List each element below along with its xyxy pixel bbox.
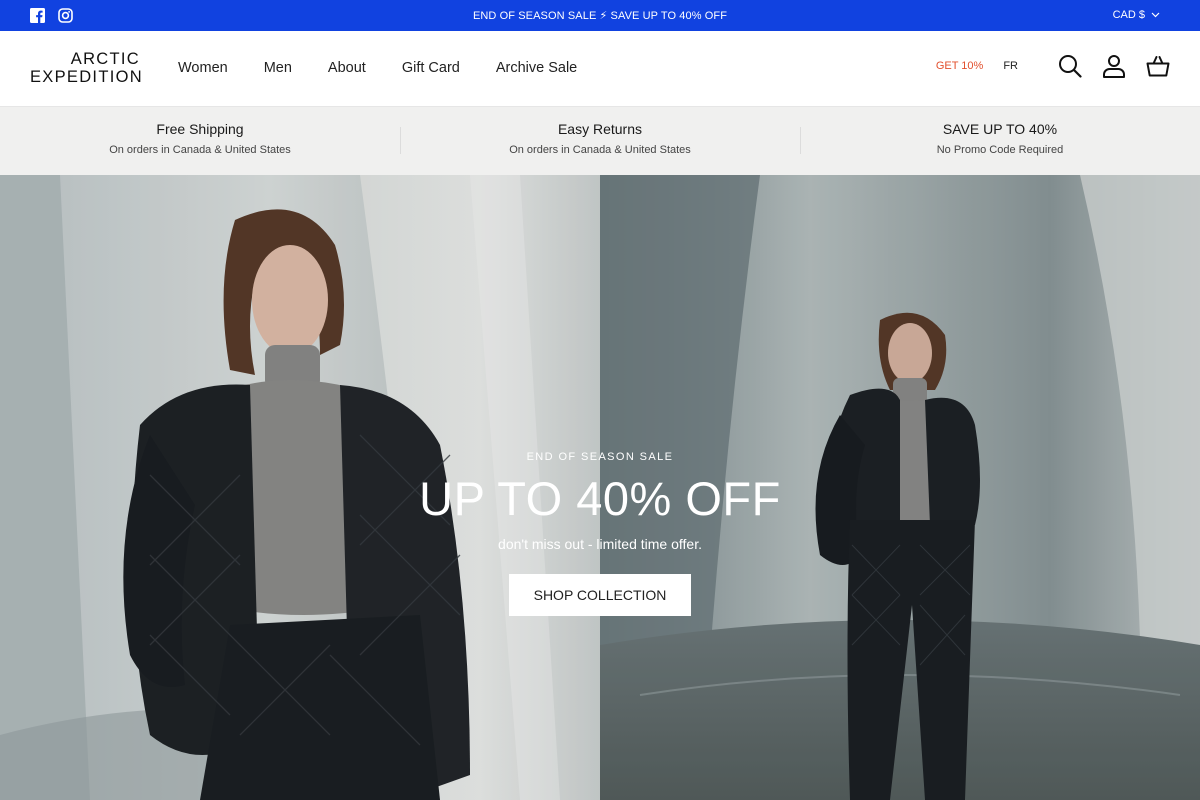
usp-item-returns: Easy Returns On orders in Canada & Unite… [400,107,800,175]
usp-item-savings: SAVE UP TO 40% No Promo Code Required [800,107,1200,175]
hero-eyebrow: END OF SEASON SALE [526,451,674,463]
usp-subtitle: On orders in Canada & United States [509,144,691,156]
logo-line-2: EXPEDITION [30,68,143,86]
nav-item-gift-card[interactable]: Gift Card [402,60,460,76]
hero-text: END OF SEASON SALE UP TO 40% OFF don't m… [0,451,1200,616]
promo-link[interactable]: GET 10% [936,60,984,72]
search-icon[interactable] [1058,54,1082,78]
announcement-bar: END OF SEASON SALE ⚡ SAVE UP TO 40% OFF … [0,0,1200,31]
account-icon[interactable] [1102,54,1126,78]
nav-item-archive-sale[interactable]: Archive Sale [496,60,577,76]
nav-item-women[interactable]: Women [178,60,228,76]
chevron-down-icon [1151,9,1160,21]
usp-title: Free Shipping [156,121,244,137]
nav-item-about[interactable]: About [328,60,366,76]
usp-subtitle: No Promo Code Required [936,144,1064,156]
header-actions: GET 10% FR [936,54,1170,78]
usp-title: SAVE UP TO 40% [942,121,1058,137]
shop-collection-button[interactable]: SHOP COLLECTION [509,574,691,616]
main-nav: Women Men About Gift Card Archive Sale [178,60,577,76]
hero-banner[interactable]: END OF SEASON SALE UP TO 40% OFF don't m… [0,175,1200,800]
cart-icon[interactable] [1146,54,1170,78]
nav-item-men[interactable]: Men [264,60,292,76]
language-switch[interactable]: FR [1003,60,1018,72]
site-header: ARCTIC EXPEDITION Women Men About Gift C… [0,31,1200,107]
hero-subline: don't miss out - limited time offer. [498,536,702,552]
usp-bar: Free Shipping On orders in Canada & Unit… [0,107,1200,175]
currency-selector[interactable]: CAD $ [1113,9,1160,21]
hero-headline: UP TO 40% OFF [419,472,781,525]
usp-item-shipping: Free Shipping On orders in Canada & Unit… [0,107,400,175]
announcement-message[interactable]: END OF SEASON SALE ⚡ SAVE UP TO 40% OFF [0,9,1200,22]
usp-subtitle: On orders in Canada & United States [109,144,291,156]
brand-logo[interactable]: ARCTIC EXPEDITION [30,50,143,86]
logo-line-1: ARCTIC [70,50,140,68]
currency-label: CAD $ [1112,9,1145,21]
usp-title: Easy Returns [557,121,643,137]
